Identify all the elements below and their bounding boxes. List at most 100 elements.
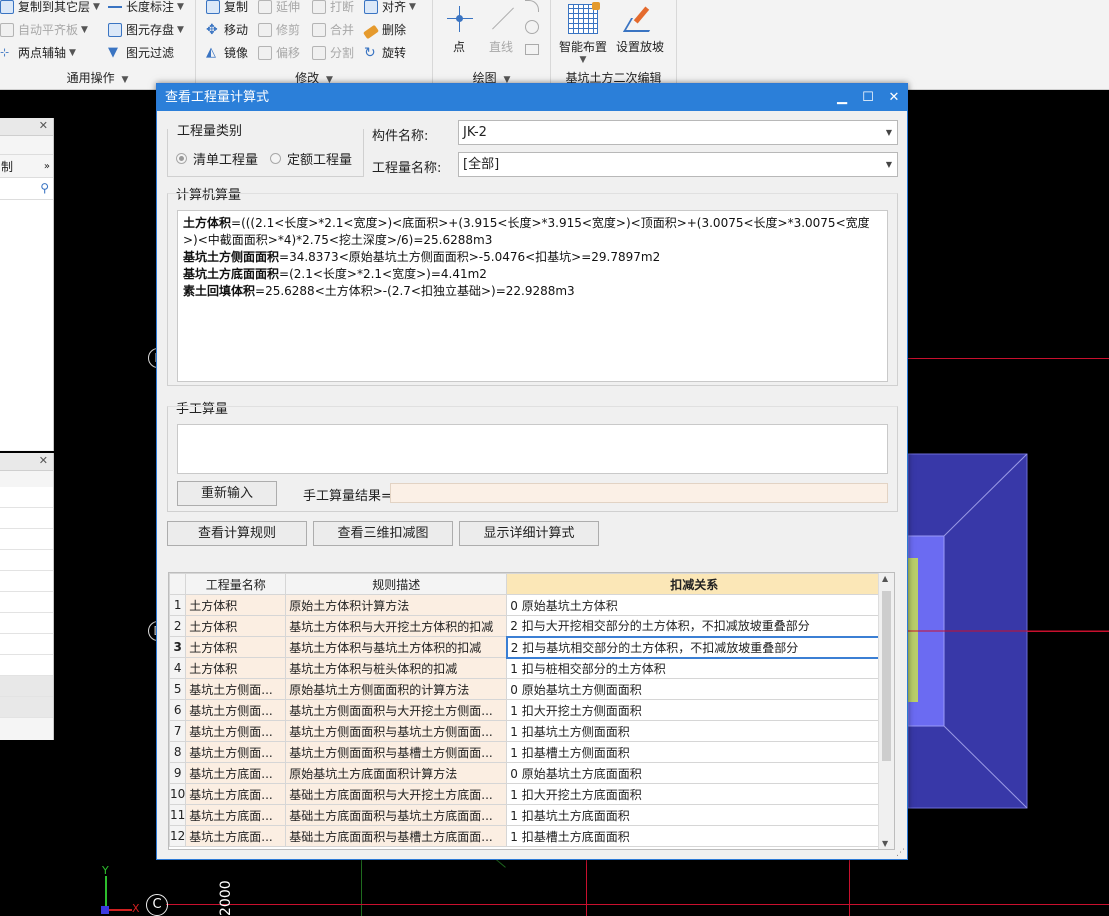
chevrons-right-icon[interactable]: » — [44, 155, 50, 179]
line-button[interactable]: 直线 — [485, 4, 517, 55]
radio-bill-quantity[interactable]: 清单工程量 — [176, 149, 258, 168]
resize-grip-icon[interactable]: ⋰ — [896, 848, 905, 858]
quantity-name-cell: 土方体积 — [185, 615, 287, 637]
panel-search-input[interactable]: ⚲ — [0, 178, 53, 200]
property-row[interactable] — [0, 613, 53, 634]
dimension-text: 2000 — [218, 880, 234, 916]
deduction-cell[interactable]: 1 扣大开挖土方底面面积 — [506, 783, 883, 805]
formula-line: 基坑土方底面面积=(2.1<长度>*2.1<宽度>)=4.41m2 — [183, 266, 882, 283]
delete-button[interactable]: 删除 — [362, 20, 406, 40]
table-row[interactable]: 10 基坑土方底面... 基础土方底面面积与大开挖土方底面... 1 扣大开挖土方底面… — [169, 783, 883, 805]
property-row[interactable] — [0, 487, 53, 508]
table-row[interactable]: 6 基坑土方侧面... 基坑土方侧面面积与大开挖土方侧面... 1 扣大开挖土方侧面面… — [169, 699, 883, 721]
arc-icon[interactable] — [525, 0, 539, 12]
component-name-combo[interactable]: JK-2 ▼ — [458, 120, 898, 145]
circle-icon[interactable] — [525, 20, 539, 34]
copy-button[interactable]: 复制 — [206, 0, 248, 17]
left-panel-top: ✕ 制 » ⚲ — [0, 118, 54, 451]
element-save-button[interactable]: 图元存盘 ▼ — [108, 20, 184, 40]
manual-result-field[interactable] — [390, 483, 888, 503]
deduction-cell[interactable]: 0 原始基坑土方底面面积 — [506, 762, 883, 784]
radio-quota-quantity[interactable]: 定额工程量 — [270, 149, 352, 168]
deduction-cell[interactable]: 0 原始基坑土方体积 — [506, 594, 883, 616]
scroll-up-icon[interactable]: ▲ — [882, 574, 888, 583]
set-slope-button[interactable]: 设置放坡 — [613, 4, 667, 55]
merge-button[interactable]: 合并 — [312, 20, 354, 40]
length-mark-button[interactable]: 长度标注 ▼ — [108, 0, 184, 17]
break-button[interactable]: 打断 — [312, 0, 354, 17]
copy-to-floor-button[interactable]: 复制到其它层 ▼ — [0, 0, 100, 17]
property-row[interactable] — [0, 529, 53, 550]
col-header-quantity-name[interactable]: 工程量名称 — [185, 573, 287, 595]
view-rules-button[interactable]: 查看计算规则 — [167, 521, 307, 546]
deduction-cell[interactable]: 2 扣与基坑相交部分的土方体积，不扣减放坡重叠部分 — [505, 635, 883, 659]
table-row[interactable]: 7 基坑土方侧面... 基坑土方侧面面积与基坑土方侧面面... 1 扣基坑土方侧面面积 — [169, 720, 883, 742]
manual-result-label: 手工算量结果= — [303, 489, 392, 504]
close-icon[interactable]: ✕ — [39, 119, 48, 132]
rule-desc-cell: 原始土方体积计算方法 — [285, 594, 508, 616]
table-row[interactable]: 3 土方体积 基坑土方体积与基坑土方体积的扣减 2 扣与基坑相交部分的土方体积，不扣减… — [169, 635, 883, 659]
move-button[interactable]: ✥ 移动 — [206, 20, 248, 40]
property-row[interactable] — [0, 697, 53, 718]
reinput-button[interactable]: 重新输入 — [177, 481, 277, 506]
view-3d-deduction-button[interactable]: 查看三维扣减图 — [313, 521, 453, 546]
deduction-cell[interactable]: 1 扣基坑土方侧面面积 — [506, 720, 883, 742]
minimize-icon[interactable]: ▁ — [829, 84, 855, 111]
point-button[interactable]: 点 — [445, 4, 473, 55]
scroll-thumb[interactable] — [882, 591, 891, 761]
extend-button[interactable]: 延伸 — [258, 0, 300, 17]
chevron-down-icon: ▼ — [93, 2, 100, 12]
search-icon[interactable]: ⚲ — [40, 181, 49, 195]
dialog-title-bar[interactable]: 查看工程量计算式 ▁ ☐ ✕ — [157, 84, 907, 111]
deduction-cell[interactable]: 1 扣基槽土方侧面面积 — [506, 741, 883, 763]
deduction-cell[interactable]: 0 原始基坑土方侧面面积 — [506, 678, 883, 700]
table-row[interactable]: 11 基坑土方底面... 基础土方底面面积与基坑土方底面面... 1 扣基坑土方底面面… — [169, 804, 883, 826]
maximize-icon[interactable]: ☐ — [855, 84, 881, 111]
element-filter-button[interactable]: ▼ 图元过滤 — [108, 43, 174, 63]
property-row[interactable] — [0, 655, 53, 676]
two-point-axis-button[interactable]: ⊹ 两点辅轴 ▼ — [0, 43, 76, 63]
table-row[interactable]: 5 基坑土方侧面... 原始基坑土方侧面面积的计算方法 0 原始基坑土方侧面面积 — [169, 678, 883, 700]
copy-icon — [206, 0, 220, 14]
smart-layout-button[interactable]: 智能布置 ▼ — [557, 2, 609, 65]
quantity-name-combo[interactable]: [全部] ▼ — [458, 152, 898, 177]
computer-calc-textarea[interactable]: 土方体积=(((2.1<长度>*2.1<宽度>)<底面积>+(3.915<长度>… — [177, 210, 888, 382]
deduction-cell[interactable]: 1 扣大开挖土方侧面面积 — [506, 699, 883, 721]
align-button[interactable]: 对齐 ▼ — [364, 0, 416, 17]
rectangle-icon[interactable] — [525, 44, 539, 55]
close-icon[interactable]: ✕ — [39, 454, 48, 467]
auto-slab-button[interactable]: 自动平齐板 ▼ — [0, 20, 88, 40]
table-row[interactable]: 2 土方体积 基坑土方体积与大开挖土方体积的扣减 2 扣与大开挖相交部分的土方体积，不… — [169, 615, 883, 637]
property-row[interactable] — [0, 571, 53, 592]
close-icon[interactable]: ✕ — [881, 84, 907, 111]
split-button[interactable]: 分割 — [312, 43, 354, 63]
deduction-cell[interactable]: 1 扣基坑土方底面面积 — [506, 804, 883, 826]
property-row[interactable] — [0, 550, 53, 571]
table-row[interactable]: 1 土方体积 原始土方体积计算方法 0 原始基坑土方体积 — [169, 594, 883, 616]
break-icon — [312, 0, 326, 14]
trim-button[interactable]: 修剪 — [258, 20, 300, 40]
mirror-button[interactable]: ◭ 镜像 — [206, 43, 248, 63]
col-header-deduction[interactable]: 扣减关系 — [506, 573, 883, 595]
rotate-button[interactable]: ↻ 旋转 — [364, 43, 406, 63]
col-header-rule-desc[interactable]: 规则描述 — [285, 573, 508, 595]
property-row[interactable] — [0, 508, 53, 529]
panel-tab-row[interactable]: 制 » — [0, 154, 53, 178]
property-row[interactable] — [0, 676, 53, 697]
manual-calc-textarea[interactable] — [177, 424, 888, 474]
table-row[interactable]: 12 基坑土方底面... 基础土方底面面积与基槽土方底面面... 1 扣基槽土方底面面… — [169, 825, 883, 847]
deduction-cell[interactable]: 1 扣基槽土方底面面积 — [506, 825, 883, 847]
table-row[interactable]: 8 基坑土方侧面... 基坑土方侧面面积与基槽土方侧面面... 1 扣基槽土方侧面面积 — [169, 741, 883, 763]
table-row[interactable]: 9 基坑土方底面... 原始基坑土方底面面积计算方法 0 原始基坑土方底面面积 — [169, 762, 883, 784]
property-row[interactable] — [0, 634, 53, 655]
chevron-down-icon: ▼ — [69, 48, 76, 58]
offset-button[interactable]: 偏移 — [258, 43, 300, 63]
table-row[interactable]: 4 土方体积 基坑土方体积与桩头体积的扣减 1 扣与桩相交部分的土方体积 — [169, 657, 883, 679]
deduction-cell[interactable]: 1 扣与桩相交部分的土方体积 — [506, 657, 883, 679]
panel-list-area — [0, 200, 53, 450]
grid-scrollbar[interactable]: ▲ ▼ — [878, 573, 894, 849]
property-row[interactable] — [0, 592, 53, 613]
scroll-down-icon[interactable]: ▼ — [882, 839, 888, 848]
show-detail-formula-button[interactable]: 显示详细计算式 — [459, 521, 599, 546]
deduction-cell[interactable]: 2 扣与大开挖相交部分的土方体积，不扣减放坡重叠部分 — [506, 615, 883, 637]
